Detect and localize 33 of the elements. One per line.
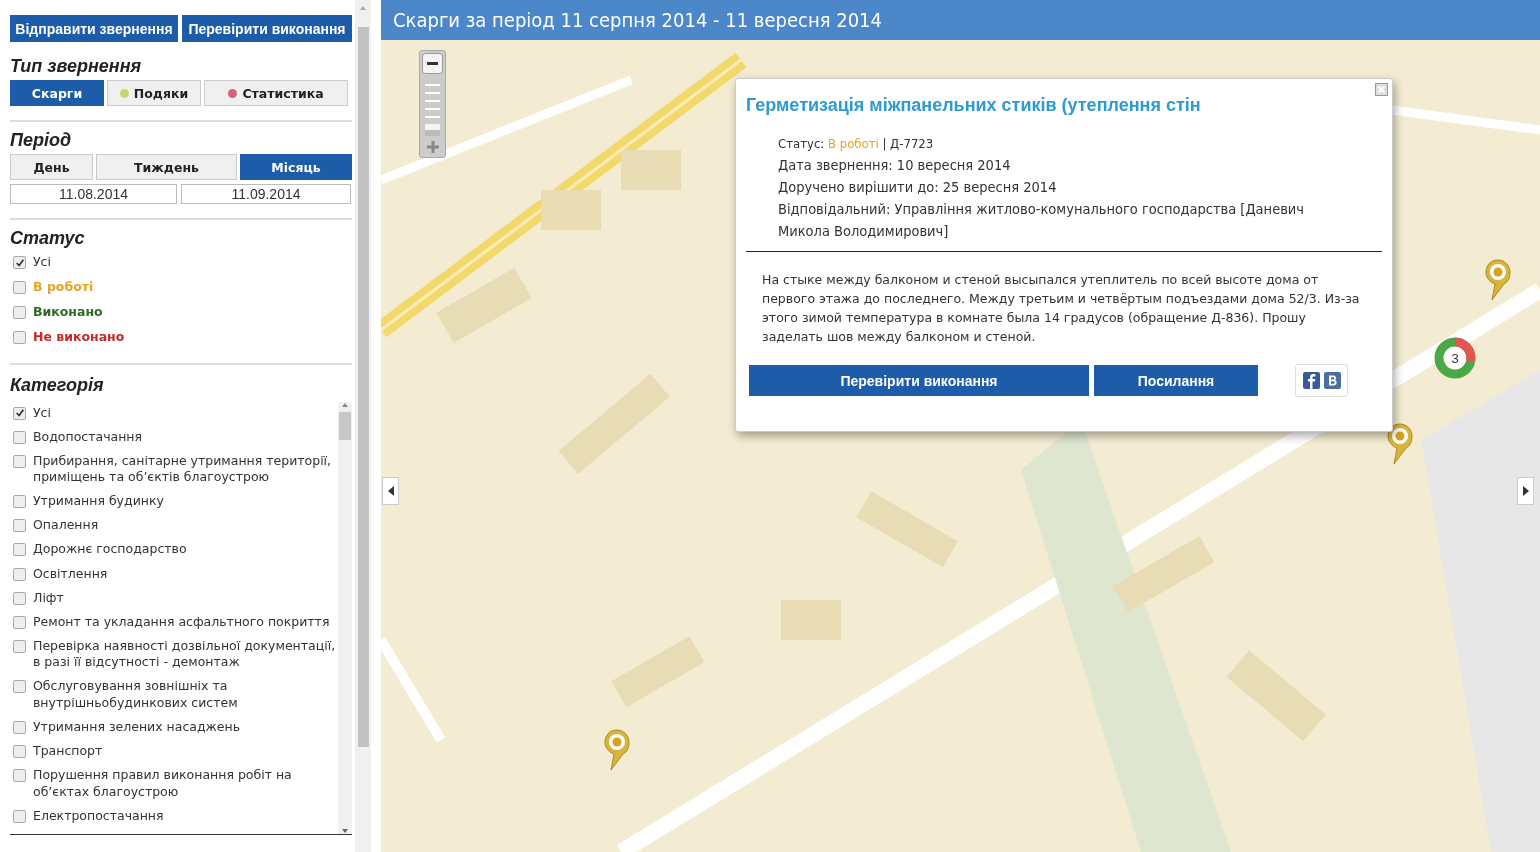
category-label: Водопостачання [33, 428, 143, 446]
section-title: Тип звернення [10, 56, 142, 77]
issue-code: | Д-7723 [882, 136, 934, 151]
issue-detail: Доручено вирішити до: 25 вересня 2014 [778, 178, 1058, 197]
category-label: Опалення [33, 517, 99, 534]
status-label: Усі [33, 254, 51, 271]
section-title: Категорія [10, 374, 104, 396]
category-label: Утримання зелених насаджень [33, 719, 241, 736]
category-label: Усі [33, 404, 51, 421]
section-title: Статус [10, 228, 85, 249]
category-label: Дорожнє господарство [33, 541, 187, 558]
issue-title: Герметизація міжпанельних стиків (утеплення стін [746, 95, 1202, 116]
category-label: Прибирання, санітарне утримання території, приміщень та об’єктів благоустрою [33, 452, 333, 486]
status-label: Статус: [778, 136, 825, 151]
issue-detail: Дата звернення: 10 вересня 2014 [778, 156, 1012, 175]
section-title: Період [10, 130, 72, 151]
category-label: Транспорт [33, 743, 103, 760]
category-label: Електропостачання [33, 807, 164, 825]
status-label: В роботі [33, 279, 94, 296]
category-label: Перевірка наявності дозвільної документації, в разі її відсутності - демонтаж [33, 637, 337, 671]
cluster-count: 3 [1451, 350, 1459, 366]
category-label: Ліфт [33, 589, 64, 607]
status-label: Виконано [33, 304, 103, 321]
category-label: Порушення правил виконання робіт на об’єктах благоустрою [33, 767, 293, 801]
issue-detail: Відповідальний: Управління житлово-комунального господарства [Даневич Микола Володимирович] [778, 200, 1306, 241]
category-label: Утримання будинку [33, 493, 164, 510]
category-label: Обслуговування зовнішніх та внутрішньобудинкових систем [33, 678, 239, 712]
map-title: Скарги за період 11 серпня 2014 - 11 вересня 2014 [381, 0, 1540, 40]
issue-description: На стыке между балконом и стеной высыпался утеплитель по всей высоте дома от первого этажа до последнего. Между третьим и четвёртым подъездами дома 52/3. Из-за этого зимой температура в комнате была 14 градусов (обращение Д-836). Прошу заделать шов между балконом и стеной. [762, 271, 1361, 346]
category-label: Ремонт та укладання асфальтного покриття [33, 613, 330, 631]
status-label: Не виконано [33, 329, 125, 346]
category-label: Освітлення [33, 565, 108, 583]
status-value: В роботі [827, 136, 879, 151]
